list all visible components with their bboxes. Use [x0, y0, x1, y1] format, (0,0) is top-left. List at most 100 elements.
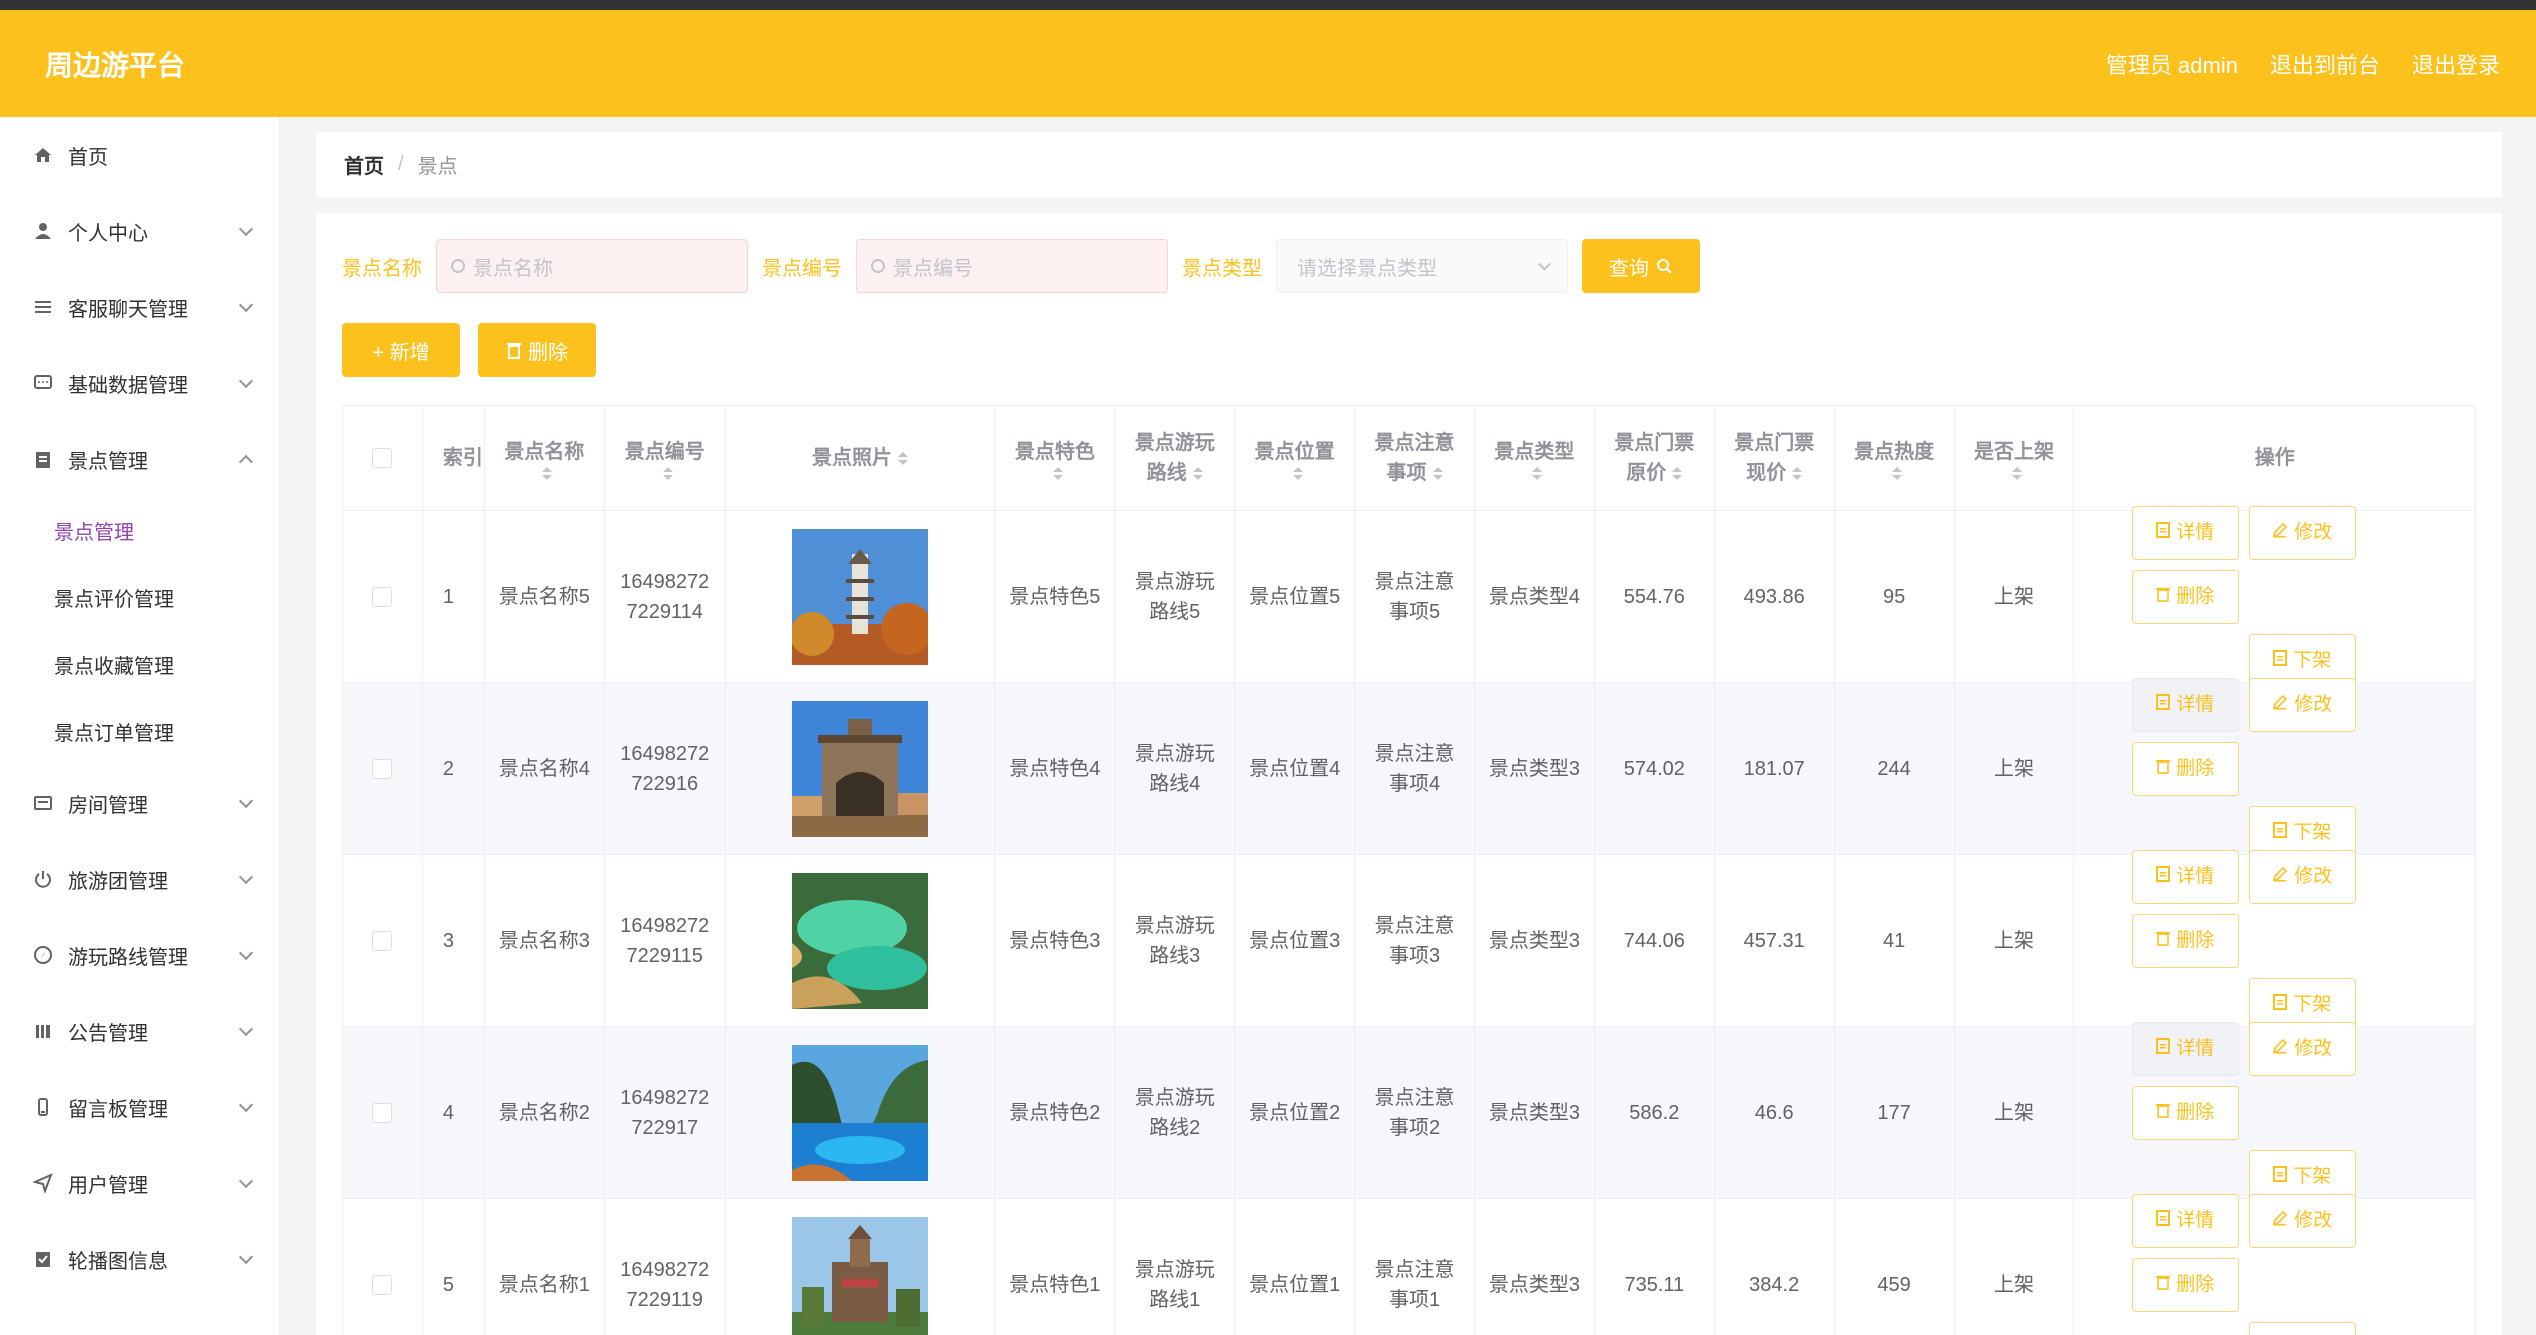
edit-button[interactable]: 修改 — [2248, 677, 2356, 732]
detail-button[interactable]: 详情 — [2131, 505, 2239, 560]
header-type[interactable]: 景点类型 — [1475, 406, 1595, 510]
header-ops: 操作 — [2254, 447, 2295, 469]
bulk-delete-label: 删除 — [528, 341, 568, 364]
delete-button[interactable]: 删除 — [2131, 1085, 2239, 1140]
sort-icon[interactable] — [1672, 467, 1683, 481]
sidebar-item-home[interactable]: 首页 — [0, 117, 279, 193]
cell-note-1: 景点注意 — [1374, 1258, 1455, 1281]
edit-button[interactable]: 修改 — [2248, 849, 2356, 904]
row-checkbox[interactable] — [372, 1102, 393, 1123]
doc-icon — [2273, 818, 2288, 848]
sort-icon[interactable] — [542, 466, 553, 480]
cell-note-2: 事项5 — [1388, 600, 1441, 623]
sidebar-item-chat[interactable]: 客服聊天管理 — [0, 269, 279, 345]
query-label: 查询 — [1609, 257, 1649, 280]
query-button[interactable]: 查询 — [1582, 239, 1700, 293]
cell-heat: 244 — [1835, 683, 1955, 854]
detail-button[interactable]: 详情 — [2131, 1193, 2239, 1248]
cell-type: 景点类型3 — [1475, 855, 1595, 1026]
sidebar-item-users[interactable]: 用户管理 — [0, 1145, 279, 1221]
sidebar-subitem-scenic-manage[interactable]: 景点管理 — [0, 497, 279, 564]
detail-button[interactable]: 详情 — [2131, 1021, 2239, 1076]
delete-button[interactable]: 删除 — [2131, 1257, 2239, 1312]
to-front-link[interactable]: 退出到前台 — [2270, 48, 2380, 80]
header-route[interactable]: 景点游玩 路线 — [1115, 406, 1236, 510]
header-name[interactable]: 景点名称 — [485, 406, 605, 510]
photo-pagoda — [792, 528, 929, 665]
sidebar-item-scenic[interactable]: 景点管理 — [0, 421, 279, 497]
sort-icon[interactable] — [1532, 466, 1543, 480]
cell-orig-price: 735.11 — [1595, 1199, 1715, 1335]
row-checkbox-cell — [343, 1027, 423, 1198]
logout-link[interactable]: 退出登录 — [2412, 48, 2500, 80]
doc-icon — [2273, 646, 2288, 676]
row-checkbox[interactable] — [372, 586, 393, 607]
chevron-down-icon — [238, 1173, 254, 1189]
add-button[interactable]: + 新增 — [342, 323, 460, 377]
cell-no-2: 7229119 — [626, 1288, 703, 1311]
header-heat[interactable]: 景点热度 — [1835, 406, 1955, 510]
delete-button[interactable]: 删除 — [2131, 741, 2239, 796]
sidebar-item-tour[interactable]: 旅游团管理 — [0, 841, 279, 917]
header-photo[interactable]: 景点照片 — [726, 406, 996, 510]
sort-icon[interactable] — [2011, 466, 2022, 480]
type-select[interactable]: 请选择景点类型 — [1276, 239, 1568, 293]
sort-icon[interactable] — [1292, 466, 1303, 480]
edit-button[interactable]: 修改 — [2248, 1021, 2356, 1076]
trash-icon — [2156, 1098, 2171, 1128]
row-checkbox[interactable] — [372, 930, 393, 951]
cell-now-price: 457.31 — [1715, 855, 1835, 1026]
sidebar-subitem-scenic-review[interactable]: 景点评价管理 — [0, 564, 279, 631]
sidebar-item-route[interactable]: 游玩路线管理 — [0, 917, 279, 993]
cell-index: 3 — [423, 855, 485, 1026]
row-checkbox[interactable] — [372, 1274, 393, 1295]
sidebar-item-room[interactable]: 房间管理 — [0, 765, 279, 841]
sort-icon[interactable] — [1192, 467, 1203, 481]
edit-button[interactable]: 修改 — [2248, 505, 2356, 560]
cell-type: 景点类型3 — [1475, 683, 1595, 854]
header-now-price[interactable]: 景点门票 现价 — [1715, 406, 1835, 510]
sidebar-item-personal[interactable]: 个人中心 — [0, 193, 279, 269]
sidebar-item-carousel[interactable]: 轮播图信息 — [0, 1221, 279, 1297]
sidebar-item-message[interactable]: 留言板管理 — [0, 1069, 279, 1145]
breadcrumb-home[interactable]: 首页 — [344, 150, 384, 179]
sort-icon[interactable] — [898, 451, 909, 465]
header-no[interactable]: 景点编号 — [605, 406, 726, 510]
sidebar-item-notice[interactable]: 公告管理 — [0, 993, 279, 1069]
header-shelf[interactable]: 是否上架 — [1955, 406, 2075, 510]
edit-button[interactable]: 修改 — [2248, 1193, 2356, 1248]
cell-type: 景点类型3 — [1475, 1027, 1595, 1198]
cell-note-1: 景点注意 — [1374, 742, 1455, 765]
sort-icon[interactable] — [1432, 467, 1443, 481]
header-checkbox-cell — [343, 406, 423, 510]
sort-icon[interactable] — [1792, 467, 1803, 481]
sort-icon[interactable] — [662, 466, 673, 480]
row-checkbox[interactable] — [372, 758, 393, 779]
chevron-down-icon — [238, 221, 254, 237]
cell-ops: 详情 修改删除下架 — [2074, 505, 2475, 688]
select-all-checkbox[interactable] — [372, 448, 393, 468]
sidebar-subitem-scenic-fav[interactable]: 景点收藏管理 — [0, 631, 279, 698]
detail-button[interactable]: 详情 — [2131, 677, 2239, 732]
header-feature-text: 景点特色 — [1014, 440, 1095, 463]
admin-label[interactable]: 管理员 admin — [2106, 48, 2238, 80]
bulk-delete-button[interactable]: 删除 — [478, 323, 596, 377]
name-search-input[interactable]: 景点名称 — [436, 239, 748, 293]
header-orig-text-2: 原价 — [1626, 462, 1667, 484]
sidebar-subitem-scenic-order[interactable]: 景点订单管理 — [0, 698, 279, 765]
cell-no: 16498272 722917 — [605, 1027, 726, 1198]
no-search-input[interactable]: 景点编号 — [856, 239, 1168, 293]
sidebar-item-basedata[interactable]: 基础数据管理 — [0, 345, 279, 421]
delete-button[interactable]: 删除 — [2131, 913, 2239, 968]
sort-icon[interactable] — [1892, 466, 1903, 480]
delete-label: 删除 — [2176, 929, 2215, 951]
delete-button[interactable]: 删除 — [2131, 569, 2239, 624]
detail-button[interactable]: 详情 — [2131, 849, 2239, 904]
sidebar-item-label: 留言板管理 — [68, 1098, 168, 1121]
header-note[interactable]: 景点注意 事项 — [1355, 406, 1475, 510]
sort-icon[interactable] — [1052, 466, 1063, 480]
off-shelf-button[interactable]: 下架 — [2248, 1321, 2356, 1335]
header-pos[interactable]: 景点位置 — [1235, 406, 1356, 510]
header-orig-price[interactable]: 景点门票 原价 — [1595, 406, 1715, 510]
header-feature[interactable]: 景点特色 — [995, 406, 1116, 510]
